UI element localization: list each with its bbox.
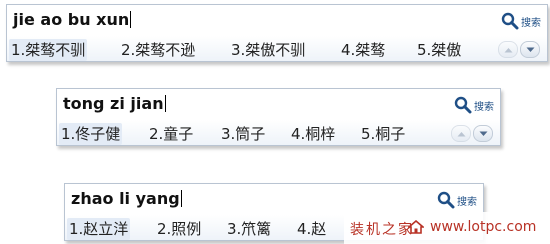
text-caret	[180, 190, 182, 207]
search-label: 搜索	[474, 101, 494, 113]
candidate-3[interactable]: 3.桀傲不驯	[229, 39, 307, 61]
composition-bar: jie ao bu xun 搜索	[7, 5, 547, 37]
site-watermark: 装机之家 www.lotpc.com	[344, 212, 550, 244]
candidate-bar: 1.佟子健 2.童子 3.筒子 4.桐梓 5.桐子	[57, 120, 500, 145]
candidate-4[interactable]: 4.桐梓	[289, 123, 337, 145]
page-down-button[interactable]	[473, 125, 493, 142]
chevron-up-icon	[504, 47, 512, 52]
page-up-button[interactable]	[498, 41, 518, 58]
pinyin-text: tong zi jian	[63, 94, 164, 113]
magnifier-icon	[437, 191, 455, 209]
search-button[interactable]: 搜索	[437, 190, 477, 210]
search-label: 搜索	[521, 17, 541, 29]
candidate-2[interactable]: 2.童子	[147, 123, 195, 145]
watermark-url: www.lotpc.com	[430, 219, 537, 235]
chevron-down-icon	[479, 131, 487, 136]
candidate-2[interactable]: 2.照例	[155, 218, 203, 240]
candidate-4[interactable]: 4.赵	[295, 218, 328, 240]
text-caret	[164, 95, 166, 112]
magnifier-icon	[454, 96, 472, 114]
ime-panel-1: jie ao bu xun 搜索 1.桀骜不驯 2.桀骜不逊 3.桀傲不驯 4.…	[6, 4, 548, 62]
page-up-button[interactable]	[451, 125, 471, 142]
search-button[interactable]: 搜索	[454, 95, 494, 115]
candidate-bar: 1.桀骜不驯 2.桀骜不逊 3.桀傲不驯 4.桀骜 5.桀傲	[7, 36, 547, 61]
ime-panel-2: tong zi jian 搜索 1.佟子健 2.童子 3.筒子 4.桐梓 5.桐…	[56, 88, 501, 146]
candidate-5[interactable]: 5.桀傲	[415, 39, 463, 61]
candidate-4[interactable]: 4.桀骜	[339, 39, 387, 61]
chevron-down-icon	[526, 47, 534, 52]
house-logo-icon	[408, 220, 424, 234]
search-label: 搜索	[457, 196, 477, 208]
magnifier-icon	[501, 12, 519, 30]
search-button[interactable]: 搜索	[501, 11, 541, 31]
pinyin-text: jie ao bu xun	[13, 10, 130, 29]
candidate-3[interactable]: 3.筒子	[219, 123, 267, 145]
chevron-up-icon	[457, 131, 465, 136]
candidate-1[interactable]: 1.赵立洋	[67, 218, 131, 240]
pinyin-text: zhao li yang	[71, 189, 180, 208]
candidate-2[interactable]: 2.桀骜不逊	[119, 39, 197, 61]
candidate-1[interactable]: 1.桀骜不驯	[9, 39, 88, 61]
pinyin-input[interactable]: tong zi jian	[63, 94, 166, 114]
candidate-1[interactable]: 1.佟子健	[59, 123, 123, 145]
candidate-3[interactable]: 3.笊篱	[225, 218, 273, 240]
page-down-button[interactable]	[520, 41, 540, 58]
text-caret	[130, 11, 132, 28]
composition-bar: tong zi jian 搜索	[57, 89, 500, 121]
candidate-5[interactable]: 5.桐子	[359, 123, 407, 145]
pinyin-input[interactable]: jie ao bu xun	[13, 10, 132, 30]
watermark-text: 装机之家	[350, 222, 414, 238]
pinyin-input[interactable]: zhao li yang	[71, 189, 182, 209]
